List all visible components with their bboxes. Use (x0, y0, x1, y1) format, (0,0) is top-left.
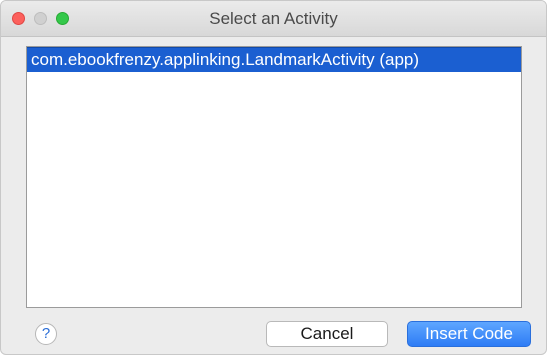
help-icon[interactable]: ? (35, 323, 57, 345)
insert-code-button[interactable]: Insert Code (407, 321, 531, 347)
list-item[interactable]: com.ebookfrenzy.applinking.LandmarkActiv… (27, 47, 521, 72)
select-activity-dialog: Select an Activity com.ebookfrenzy.appli… (0, 0, 547, 355)
title-bar: Select an Activity (1, 1, 546, 37)
window-title: Select an Activity (209, 9, 338, 28)
cancel-button[interactable]: Cancel (266, 321, 388, 347)
activity-list[interactable]: com.ebookfrenzy.applinking.LandmarkActiv… (26, 46, 522, 308)
